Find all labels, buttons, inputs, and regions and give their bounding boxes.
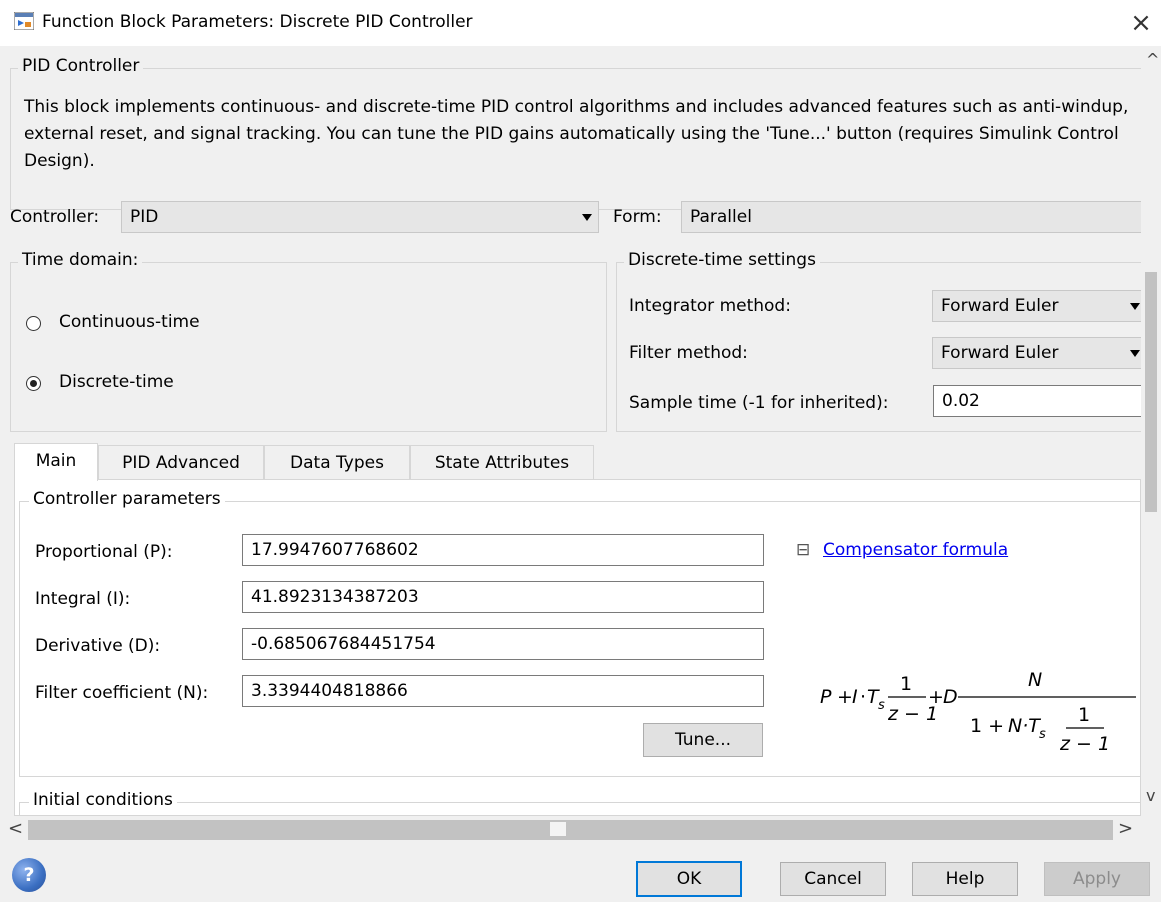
derivative-label: Derivative (D):: [35, 636, 161, 656]
integrator-method-label: Integrator method:: [629, 296, 791, 316]
integrator-method-value: Forward Euler: [941, 296, 1059, 316]
horizontal-scroll-thumb[interactable]: [550, 822, 566, 836]
tab-pid-advanced[interactable]: PID Advanced: [98, 445, 264, 481]
tune-button[interactable]: Tune...: [643, 723, 763, 757]
block-description: This block implements continuous- and di…: [24, 97, 1129, 171]
continuous-time-label[interactable]: Continuous-time: [59, 312, 200, 332]
tab-data-types-label: Data Types: [290, 453, 384, 473]
time-domain-title: Time domain:: [18, 250, 143, 270]
formula-plus: +: [837, 686, 853, 708]
compensator-formula-link[interactable]: Compensator formula: [823, 540, 1008, 560]
title-bar: Function Block Parameters: Discrete PID …: [0, 0, 1161, 46]
initial-conditions-group: [19, 802, 1141, 816]
formula-inner-one: 1: [1078, 704, 1090, 726]
formula-subscript-s-2: s: [1039, 727, 1046, 742]
formula-p: P: [820, 686, 832, 708]
cancel-button-label: Cancel: [804, 869, 862, 889]
close-icon[interactable]: ×: [1124, 6, 1158, 40]
sample-time-label: Sample time (-1 for inherited):: [629, 393, 889, 413]
horizontal-scroll-track[interactable]: [28, 820, 1113, 840]
help-button[interactable]: Help: [912, 862, 1018, 896]
form-label: Form:: [613, 207, 662, 227]
formula-d: D: [943, 686, 958, 708]
tab-state-attributes[interactable]: State Attributes: [410, 445, 594, 481]
horizontal-scrollbar[interactable]: < >: [0, 816, 1141, 844]
cancel-button[interactable]: Cancel: [780, 862, 886, 896]
scroll-up-icon[interactable]: ^: [1146, 50, 1159, 69]
proportional-input[interactable]: 17.9947607768602: [242, 534, 764, 566]
time-domain-group: [10, 262, 607, 432]
controller-dropdown[interactable]: PID: [121, 201, 599, 233]
formula-dot: ·: [860, 686, 866, 708]
pid-controller-group-title: PID Controller: [18, 56, 144, 76]
discrete-time-settings-title: Discrete-time settings: [624, 250, 820, 270]
filter-method-dropdown[interactable]: Forward Euler: [932, 337, 1141, 369]
chevron-down-icon: [1130, 350, 1140, 357]
help-icon[interactable]: ?: [12, 858, 46, 892]
formula-subscript-s: s: [878, 698, 885, 713]
simulink-app-icon: [14, 12, 34, 30]
formula-i: I: [852, 686, 858, 708]
sample-time-value: 0.02: [942, 391, 980, 411]
continuous-time-radio[interactable]: [26, 316, 41, 331]
tab-main-label: Main: [35, 451, 77, 471]
apply-button[interactable]: Apply: [1044, 862, 1150, 896]
scroll-right-icon[interactable]: >: [1118, 818, 1133, 839]
tab-state-attributes-label: State Attributes: [434, 453, 570, 473]
compensator-formula: P + I · T s 1 z − 1 + D N 1 + N·T s 1 z …: [820, 669, 1136, 755]
formula-plus-2: +: [928, 686, 944, 708]
apply-button-label: Apply: [1073, 869, 1121, 889]
filter-method-label: Filter method:: [629, 343, 748, 363]
window-title: Function Block Parameters: Discrete PID …: [42, 12, 473, 32]
controller-parameters-title: Controller parameters: [29, 489, 225, 509]
formula-numerator-one: 1: [900, 673, 912, 695]
chevron-down-icon: [1130, 303, 1140, 310]
scroll-down-icon[interactable]: v: [1146, 786, 1155, 805]
main-tab-panel: Controller parameters Proportional (P): …: [14, 479, 1141, 816]
derivative-input[interactable]: -0.685067684451754: [242, 628, 764, 660]
collapse-icon[interactable]: ⊟: [796, 540, 810, 560]
derivative-value: -0.685067684451754: [251, 634, 436, 654]
integral-input[interactable]: 41.8923134387203: [242, 581, 764, 613]
integral-label: Integral (I):: [35, 589, 131, 609]
filter-coefficient-input[interactable]: 3.3394404818866: [242, 675, 764, 707]
form-field-value: Parallel: [690, 207, 752, 227]
integrator-method-dropdown[interactable]: Forward Euler: [932, 290, 1141, 322]
help-button-label: Help: [945, 869, 985, 889]
vertical-scrollbar[interactable]: ^ v: [1141, 46, 1161, 816]
discrete-time-radio[interactable]: [26, 376, 41, 391]
formula-nt: N·T: [1008, 715, 1041, 737]
tab-data-types[interactable]: Data Types: [264, 445, 410, 481]
chevron-down-icon: [582, 214, 592, 221]
controller-label: Controller:: [10, 207, 100, 227]
tab-main[interactable]: Main: [14, 443, 98, 481]
tune-button-label: Tune...: [674, 730, 732, 750]
help-icon-glyph: ?: [23, 864, 35, 886]
tab-pid-advanced-label: PID Advanced: [122, 453, 240, 473]
dialog-content: PID Controller This block implements con…: [0, 46, 1141, 816]
formula-one-plus: 1 +: [970, 715, 1004, 737]
controller-dropdown-value: PID: [130, 207, 159, 227]
filter-coefficient-value: 3.3394404818866: [251, 681, 408, 701]
ok-button[interactable]: OK: [636, 861, 742, 897]
sample-time-input[interactable]: 0.02: [933, 385, 1141, 417]
filter-method-value: Forward Euler: [941, 343, 1059, 363]
scroll-left-icon[interactable]: <: [8, 818, 23, 839]
proportional-value: 17.9947607768602: [251, 540, 419, 560]
formula-inner-denominator: z − 1: [1059, 733, 1110, 755]
integral-value: 41.8923134387203: [251, 587, 419, 607]
discrete-time-label[interactable]: Discrete-time: [59, 372, 174, 392]
vertical-scroll-thumb[interactable]: [1145, 272, 1157, 512]
formula-numerator-n: N: [1028, 669, 1042, 691]
initial-conditions-title: Initial conditions: [29, 790, 177, 810]
proportional-label: Proportional (P):: [35, 542, 173, 562]
form-field: Parallel: [681, 201, 1141, 233]
ok-button-label: OK: [676, 869, 702, 889]
filter-coefficient-label: Filter coefficient (N):: [35, 683, 209, 703]
